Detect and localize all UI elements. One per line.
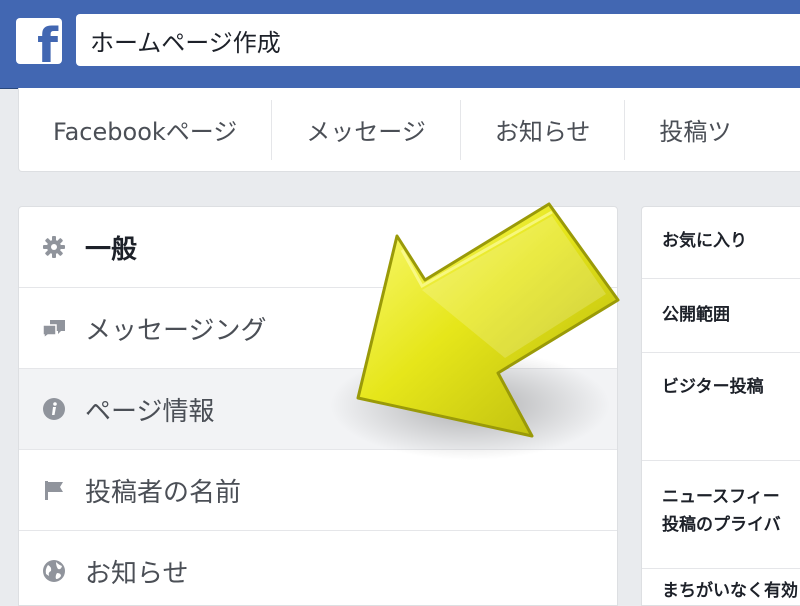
- globe-icon: [41, 558, 67, 584]
- menu-item-label: 一般: [85, 234, 138, 265]
- tab-publishing-tools[interactable]: 投稿ツ: [625, 100, 765, 160]
- facebook-logo-icon[interactable]: f: [16, 18, 62, 64]
- menu-item-label: ページ情報: [85, 396, 215, 427]
- menu-item-notifications[interactable]: お知らせ: [19, 531, 617, 605]
- setting-row-label-line1: ニュースフィー: [662, 487, 780, 507]
- menu-item-label: メッセージング: [85, 315, 267, 346]
- info-icon: [41, 396, 67, 422]
- setting-row-label: 公開範囲: [662, 305, 730, 325]
- setting-row-partial[interactable]: まちがいなく有効: [642, 569, 800, 605]
- menu-item-page-info[interactable]: ページ情報: [19, 369, 617, 450]
- facebook-logo-letter: f: [37, 18, 58, 64]
- setting-row-label: お気に入り: [662, 231, 747, 251]
- page-tab-bar: Facebookページ メッセージ お知らせ 投稿ツ: [18, 88, 800, 172]
- tab-facebook-page[interactable]: Facebookページ: [19, 99, 273, 160]
- gear-icon: [41, 234, 67, 260]
- menu-item-posting-attribution[interactable]: 投稿者の名前: [19, 450, 617, 531]
- menu-item-general[interactable]: 一般: [19, 207, 617, 288]
- tab-messages[interactable]: メッセージ: [272, 99, 461, 160]
- menu-item-messaging[interactable]: メッセージング: [19, 288, 617, 369]
- menu-item-label: お知らせ: [85, 558, 189, 589]
- menu-item-label: 投稿者の名前: [85, 477, 242, 508]
- setting-row-news-feed-privacy[interactable]: ニュースフィー 投稿のプライバ: [642, 461, 800, 569]
- tab-notifications[interactable]: お知らせ: [461, 99, 626, 160]
- search-input[interactable]: ホームページ作成: [76, 14, 800, 66]
- chat-bubbles-icon: [41, 315, 67, 341]
- setting-row-label: ビジター投稿: [662, 377, 764, 397]
- settings-menu: 一般 メッセージング ページ情報 投稿者の名前 お知らせ: [18, 206, 618, 606]
- setting-row-favorites[interactable]: お気に入り: [642, 207, 800, 279]
- top-bar: f ホームページ作成: [0, 0, 800, 89]
- setting-row-label-line2: 投稿のプライバ: [662, 515, 781, 535]
- setting-row-visibility[interactable]: 公開範囲: [642, 279, 800, 353]
- settings-panel: お気に入り 公開範囲 ビジター投稿 ニュースフィー 投稿のプライバ まちがいなく…: [641, 206, 800, 606]
- setting-row-label: まちがいなく有効: [662, 581, 798, 601]
- setting-row-visitor-posts[interactable]: ビジター投稿: [642, 353, 800, 461]
- flag-icon: [41, 477, 67, 503]
